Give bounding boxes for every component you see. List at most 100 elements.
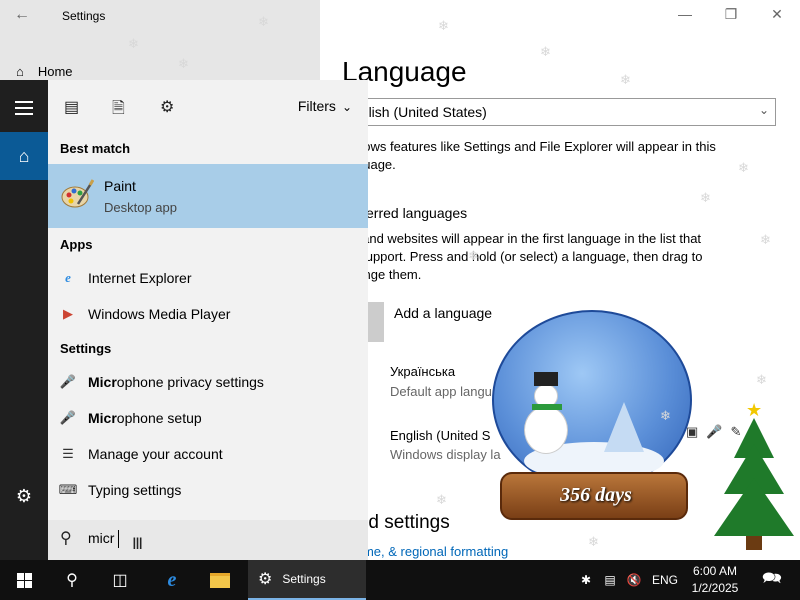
language-item-sub: Windows display la	[390, 447, 501, 462]
filters-dropdown[interactable]: Filters ⌄	[298, 98, 352, 114]
nav-home-label: Home	[37, 64, 73, 79]
folder-icon	[210, 572, 230, 588]
language-item-name[interactable]: Українська	[390, 364, 455, 379]
description-line: s and websites will appear in the first …	[352, 231, 702, 246]
match-highlight: Micr	[88, 410, 117, 426]
close-button[interactable]: ✕	[762, 6, 792, 23]
globe-tree-icon	[604, 402, 644, 452]
result-microphone-privacy-settings[interactable]: 🎤 Microphone privacy settings	[48, 364, 368, 400]
snow-globe	[492, 310, 692, 490]
description-line: range them.	[352, 267, 422, 282]
search-filter-bar: ▤ 🗎 ⚙ Filters ⌄	[48, 80, 368, 134]
result-label: Internet Explorer	[88, 270, 192, 286]
clock-time: 6:00 AM	[692, 564, 738, 578]
maximize-button[interactable]: ❐	[716, 6, 746, 23]
best-match-subtitle: Desktop app	[104, 200, 177, 215]
file-explorer-taskbar-button[interactable]	[196, 560, 244, 600]
snowman-scarf	[532, 404, 562, 410]
documents-filter-icon[interactable]: 🗎	[112, 97, 125, 124]
search-taskbar-button[interactable]: ⚲	[48, 560, 96, 600]
nav-home[interactable]: ⌂ Home	[16, 64, 73, 79]
window-title: Settings	[62, 9, 106, 23]
home-icon: ⌂	[18, 145, 30, 166]
hamburger-icon	[15, 101, 33, 115]
clock[interactable]: 6:00 AM 1/2/2025	[686, 563, 744, 597]
match-highlight: Micr	[88, 374, 117, 390]
ie-icon: e	[167, 568, 177, 591]
input-language-indicator[interactable]: ENG	[650, 560, 680, 600]
snow-globe-base: 356 days	[500, 472, 688, 520]
microphone-icon: 🎤	[59, 374, 77, 389]
language-item-sub: Default app langu	[390, 384, 492, 399]
result-label: Microphone setup	[88, 410, 202, 426]
christmas-tree-decoration: ★	[712, 400, 796, 550]
add-language-button[interactable]: Add a language	[394, 304, 492, 322]
windows-logo-icon	[16, 572, 32, 588]
search-icon: ⚲	[60, 530, 72, 547]
label-rest: ophone privacy settings	[116, 374, 264, 390]
best-match-title: Paint	[104, 178, 136, 194]
result-label: Typing settings	[88, 482, 182, 498]
search-icon: ⚲	[66, 572, 78, 589]
keyboard-icon: ⌨	[58, 482, 78, 497]
result-label: Windows Media Player	[88, 306, 231, 322]
result-label: Manage your account	[88, 446, 223, 462]
paint-icon	[61, 179, 94, 208]
windows-display-language-select[interactable]: nglish (United States) ⌄	[342, 98, 776, 126]
microphone-icon: 🎤	[59, 410, 77, 425]
snowman-hat	[534, 372, 558, 386]
settings-header: Settings	[60, 341, 112, 356]
internet-explorer-taskbar-button[interactable]: e	[148, 560, 196, 600]
snowman-body	[524, 406, 568, 454]
tree-layer	[714, 478, 794, 536]
result-label: Microphone privacy settings	[88, 374, 264, 390]
start-menu-rail: ⌂ ⚙	[0, 80, 48, 560]
task-view-button[interactable]: ◫	[96, 560, 144, 600]
start-button[interactable]	[0, 560, 48, 600]
network-icon[interactable]: ▤	[600, 560, 620, 600]
action-center-button[interactable]: 🗪	[752, 560, 792, 600]
filters-label: Filters	[297, 98, 336, 114]
apps-filter-icon[interactable]: ▤	[64, 97, 79, 117]
notification-icon: 🗪	[762, 569, 782, 587]
expand-menu-button[interactable]	[0, 84, 48, 132]
settings-rail-button[interactable]: ⚙	[0, 472, 48, 520]
back-arrow-icon[interactable]: ←	[14, 6, 30, 24]
snow-globe-countdown[interactable]: 356 days	[492, 310, 696, 524]
account-list-icon: ☰	[62, 446, 74, 461]
gear-icon: ⚙	[15, 485, 33, 506]
snow-tray-icon[interactable]: ✱	[576, 560, 596, 600]
apps-header: Apps	[60, 237, 93, 252]
best-match-result[interactable]: Paint Desktop app	[48, 164, 368, 228]
taskbar: ⚲ ◫ e ⚙ Settings ✱ ▤ 🔇 ENG 6:00 AM 1/2/2…	[0, 560, 800, 600]
preferred-languages-description: s and websites will appear in the first …	[352, 230, 703, 284]
result-internet-explorer[interactable]: e Internet Explorer	[48, 260, 368, 296]
volume-muted-icon[interactable]: 🔇	[624, 560, 644, 600]
chevron-down-icon: ⌄	[758, 103, 769, 117]
clock-date: 1/2/2025	[691, 581, 739, 595]
result-windows-media-player[interactable]: ▶ Windows Media Player	[48, 296, 368, 332]
minimize-button[interactable]: —	[670, 6, 700, 22]
result-microphone-setup[interactable]: 🎤 Microphone setup	[48, 400, 368, 436]
settings-filter-icon[interactable]: ⚙	[160, 97, 174, 117]
title-bar: ← Settings — ❐ ✕	[0, 0, 800, 32]
preferred-languages-heading: erred languages	[366, 205, 468, 221]
taskbar-app-label: Settings	[282, 572, 326, 586]
language-select-value: nglish (United States)	[353, 104, 487, 120]
display-language-description: dows features like Settings and File Exp…	[356, 138, 716, 174]
description-line: / support. Press and hold (or select) a …	[352, 249, 703, 264]
ibeam-cursor-icon: Ⅲ	[132, 536, 144, 553]
description-line: guage.	[356, 157, 396, 172]
settings-taskbar-button[interactable]: ⚙ Settings	[248, 560, 366, 600]
label-rest: ophone setup	[116, 410, 202, 426]
result-manage-your-account[interactable]: ☰ Manage your account	[48, 436, 368, 472]
language-item-name[interactable]: English (United S	[390, 428, 490, 443]
ie-icon: e	[65, 270, 71, 285]
home-rail-button[interactable]: ⌂	[0, 132, 48, 180]
description-line: dows features like Settings and File Exp…	[356, 139, 716, 154]
media-player-icon: ▶	[63, 306, 73, 321]
result-typing-settings[interactable]: ⌨ Typing settings	[48, 472, 368, 508]
days-counter-label: 356 days	[560, 484, 632, 506]
search-box[interactable]: ⚲ Ⅲ	[48, 520, 368, 560]
language-code: ENG	[651, 573, 678, 587]
